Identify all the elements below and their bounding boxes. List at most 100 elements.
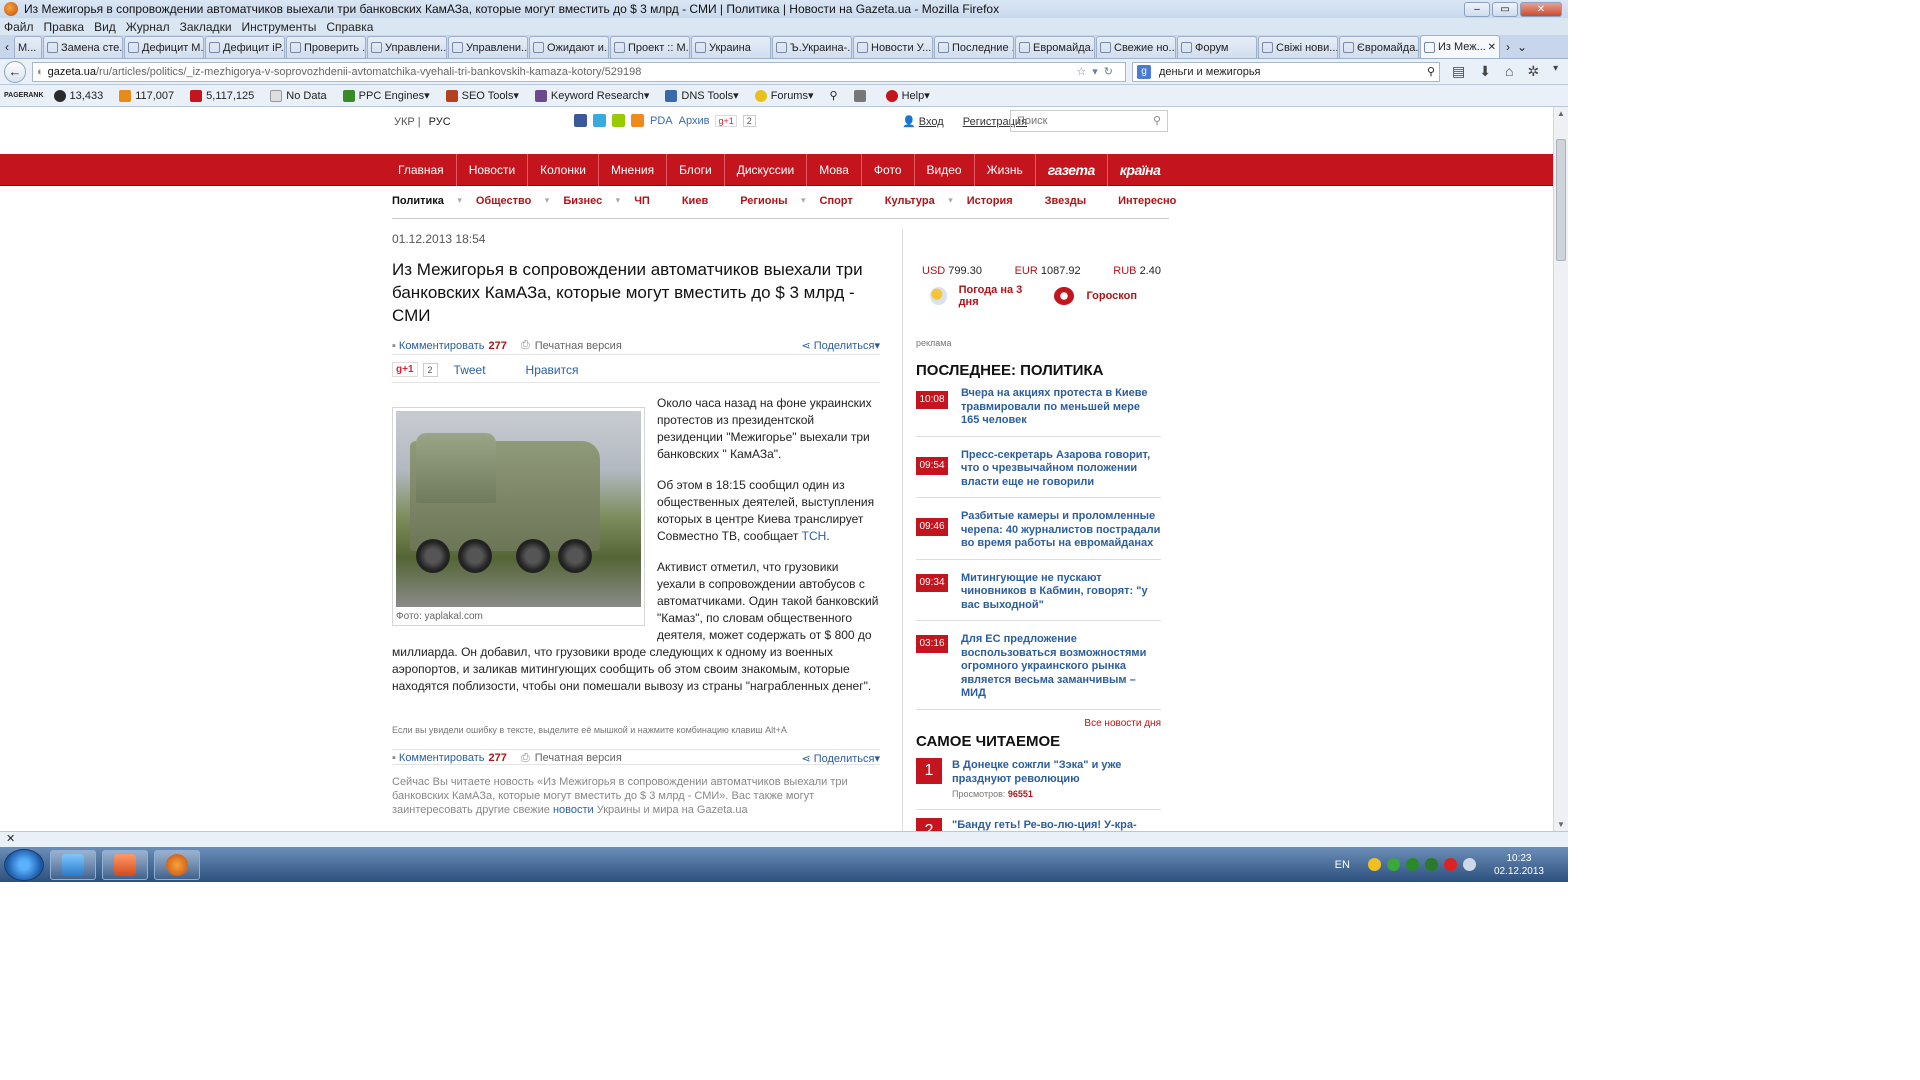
horoscope-link[interactable]: Гороскоп [1054,284,1137,308]
tab[interactable]: Євромайда... [1339,36,1419,58]
tab-list-icon[interactable]: ⌄ [1515,36,1529,58]
menu-edit[interactable]: Правка [44,20,85,34]
print-link[interactable]: Печатная версия [535,752,622,764]
search-bar[interactable]: g деньги и межигорья ⚲ [1132,61,1440,82]
facebook-icon[interactable] [574,114,587,127]
tab[interactable]: Свежие но... [1096,36,1176,58]
news-title[interactable]: Разбитые камеры и проломленные черепа: 4… [961,510,1161,551]
site-identity-icon[interactable]: ◐ [37,66,44,78]
nav-life[interactable]: Жизнь [975,154,1036,186]
news-title[interactable]: "Банду геть! Ре-во-лю-ция! У-кра- [952,818,1137,832]
taskbar-powerpoint[interactable] [102,849,148,880]
subnav-sport[interactable]: Спорт [820,195,853,207]
home-icon[interactable]: ⌂ [1505,63,1513,80]
login-link[interactable]: 👤 Вход [902,116,952,128]
addon-icon[interactable]: ✲ [1527,63,1539,80]
bookmark-seo[interactable]: SEO Tools ▾ [445,89,519,102]
news-link[interactable]: новости [553,804,594,816]
list-item[interactable]: 1 В Донецке сожгли "Зэка" и уже праздную… [916,750,1161,810]
comment-link[interactable]: Комментировать [399,752,485,764]
lang-ru-link[interactable]: РУС [429,116,451,128]
news-title[interactable]: Пресс-секретарь Азарова говорит, что о ч… [961,449,1161,490]
twitter-icon[interactable] [593,114,606,127]
menu-tools[interactable]: Инструменты [242,20,317,34]
nav-discussions[interactable]: Дискуссии [725,154,808,186]
bookmark-alexa[interactable]: 13,433 [53,89,103,102]
nav-video[interactable]: Видео [915,154,975,186]
tab[interactable]: Управлени... [367,36,447,58]
tab[interactable]: Новости У... [853,36,933,58]
tab[interactable]: Евромайда... [1015,36,1095,58]
comment-count[interactable]: 277 [489,340,507,352]
menu-view[interactable]: Вид [94,20,116,34]
rss-icon[interactable] [631,114,644,127]
tab[interactable]: Дефицит iP... [205,36,285,58]
close-addon-bar-icon[interactable]: ✕ [6,833,15,845]
page-scrollbar[interactable]: ▲ ▼ [1553,107,1568,831]
tab[interactable]: Дефицит М... [124,36,204,58]
subnav-society[interactable]: Общество [476,195,550,207]
tray-network-icon[interactable] [1405,858,1419,871]
tab[interactable]: Проверить ... [286,36,366,58]
bookmark-stats[interactable]: 117,007 [119,89,174,102]
bookmark-ppc[interactable]: PPC Engines ▾ [342,89,430,102]
like-button[interactable]: Нравится [526,363,579,377]
menu-help[interactable]: Справка [326,20,373,34]
news-title[interactable]: Вчера на акциях протеста в Киеве травмир… [961,387,1161,428]
android-icon[interactable] [612,114,625,127]
volume-icon[interactable] [1462,858,1476,871]
search-icon[interactable]: ⚲ [1427,65,1439,78]
bookmark-forums[interactable]: Forums ▾ [754,89,814,102]
tab[interactable]: Украина [691,36,771,58]
list-item[interactable]: 10:08 Вчера на акциях протеста в Киеве тр… [916,381,1161,437]
comment-count[interactable]: 277 [489,752,507,764]
nav-photo[interactable]: Фото [862,154,915,186]
gplus-button[interactable]: g+1 [715,114,737,127]
nav-blogs[interactable]: Блоги [667,154,725,186]
bookmark-keyword[interactable]: Keyword Research ▾ [534,89,649,102]
nav-opinions[interactable]: Мнения [599,154,668,186]
close-button[interactable]: ✕ [1520,1,1562,17]
tab[interactable]: Последние ... [934,36,1014,58]
tab-scroll-right-icon[interactable]: › [1501,36,1515,58]
tab[interactable]: Форум [1177,36,1257,58]
list-item[interactable]: 09:34 Митингующие не пускают чиновников в… [916,560,1161,621]
list-item[interactable]: 2 "Банду геть! Ре-во-лю-ция! У-кра- [916,810,1161,832]
taskbar-explorer[interactable] [50,849,96,880]
scroll-down-icon[interactable]: ▼ [1557,820,1565,829]
news-title[interactable]: Митингующие не пускают чиновников в Кабм… [961,572,1161,613]
scrollbar-thumb[interactable] [1556,139,1566,261]
input-language[interactable]: EN [1335,859,1350,871]
back-button[interactable]: ← [4,60,26,83]
tab[interactable]: Ъ.Украина-... [772,36,852,58]
tweet-button[interactable]: Tweet [454,363,486,377]
news-title[interactable]: В Донецке сожгли "Зэка" и уже празднуют … [952,758,1161,786]
bookmark-rank[interactable]: 5,117,125 [190,89,254,102]
tab[interactable]: Проект :: М... [610,36,690,58]
download-icon[interactable]: ⬇ [1479,63,1491,80]
tab-close-icon[interactable]: ✕ [1488,42,1496,53]
pda-link[interactable]: PDA [650,115,673,127]
all-news-link[interactable]: Все новости дня [916,718,1161,729]
tab[interactable]: Ожидают и... [529,36,609,58]
lang-uk-link[interactable]: УКР [394,116,415,128]
clock[interactable]: 10:23 02.12.2013 [1494,852,1544,878]
menu-chevron-icon[interactable]: ▾ [1553,63,1558,80]
menu-file[interactable]: Файл [4,20,34,34]
krayina-logo[interactable]: країна [1108,154,1173,186]
scroll-up-icon[interactable]: ▲ [1557,109,1565,118]
tab[interactable]: Управлени... [448,36,528,58]
bookmark-dns[interactable]: DNS Tools ▾ [665,89,739,102]
nav-language[interactable]: Мова [807,154,862,186]
google-icon[interactable]: g [1137,64,1151,79]
tab[interactable]: Замена сте... [43,36,123,58]
archive-link[interactable]: Архив [679,115,710,127]
nav-columns[interactable]: Колонки [528,154,599,186]
bookmark-nodata[interactable]: No Data [270,89,327,102]
gazeta-logo[interactable]: газета [1036,154,1108,186]
list-item[interactable]: 09:54 Пресс-секретарь Азарова говорит, чт… [916,437,1161,498]
subnav-stars[interactable]: Звезды [1045,195,1086,207]
subnav-kyiv[interactable]: Киев [682,195,708,207]
search-input[interactable]: деньги и межигорья [1159,66,1261,78]
subnav-history[interactable]: История [967,195,1013,207]
